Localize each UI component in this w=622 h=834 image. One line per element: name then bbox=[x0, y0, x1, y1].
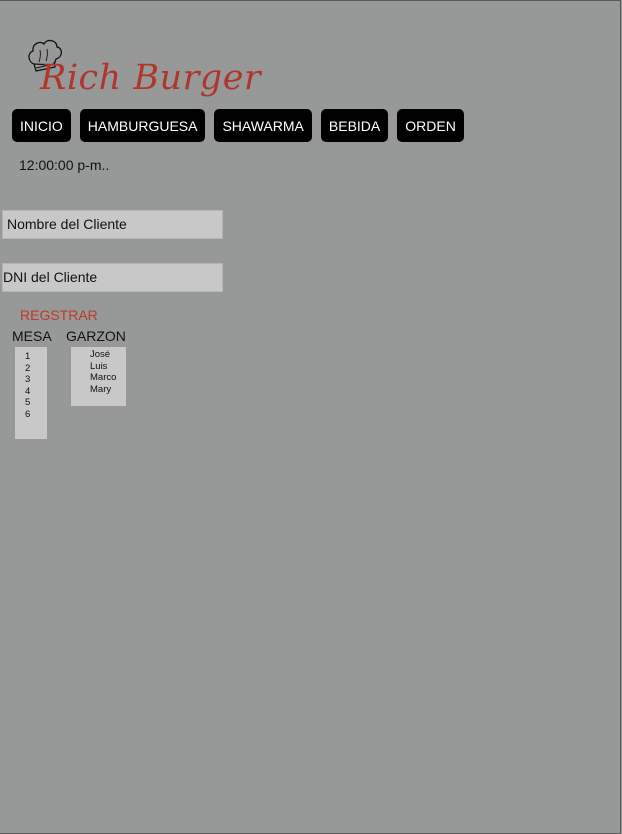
garzon-option[interactable]: Marco bbox=[71, 372, 126, 384]
mesa-option[interactable]: 5 bbox=[15, 397, 47, 409]
main-nav: INICIO HAMBURGUESA SHAWARMA BEBIDA ORDEN bbox=[12, 109, 473, 142]
mesa-option[interactable]: 4 bbox=[15, 386, 47, 398]
garzon-listbox[interactable]: José Luis Marco Mary bbox=[71, 347, 126, 406]
mesa-option[interactable]: 3 bbox=[15, 374, 47, 386]
mesa-label: MESA bbox=[12, 328, 52, 344]
garzon-label: GARZON bbox=[66, 328, 126, 344]
brand-logo-text: Rich Burger bbox=[40, 58, 262, 98]
mesa-option[interactable]: 2 bbox=[15, 363, 47, 375]
garzon-option[interactable]: Luis bbox=[71, 361, 126, 373]
register-button[interactable]: REGSTRAR bbox=[20, 307, 98, 323]
mesa-option[interactable]: 6 bbox=[15, 409, 47, 421]
nav-inicio-button[interactable]: INICIO bbox=[12, 109, 71, 142]
mesa-option[interactable]: 1 bbox=[15, 351, 47, 363]
mesa-listbox[interactable]: 1 2 3 4 5 6 bbox=[15, 347, 47, 439]
garzon-option[interactable]: Mary bbox=[71, 384, 126, 396]
nav-bebida-button[interactable]: BEBIDA bbox=[320, 109, 389, 142]
clock-display: 12:00:00 p-m.. bbox=[19, 157, 110, 173]
garzon-option[interactable]: José bbox=[71, 349, 126, 361]
nav-orden-button[interactable]: ORDEN bbox=[397, 109, 464, 142]
client-name-input[interactable]: Nombre del Cliente bbox=[2, 210, 223, 239]
nav-hamburguesa-button[interactable]: HAMBURGUESA bbox=[79, 109, 206, 142]
client-dni-input[interactable]: DNI del Cliente bbox=[2, 263, 223, 292]
nav-shawarma-button[interactable]: SHAWARMA bbox=[214, 109, 312, 142]
